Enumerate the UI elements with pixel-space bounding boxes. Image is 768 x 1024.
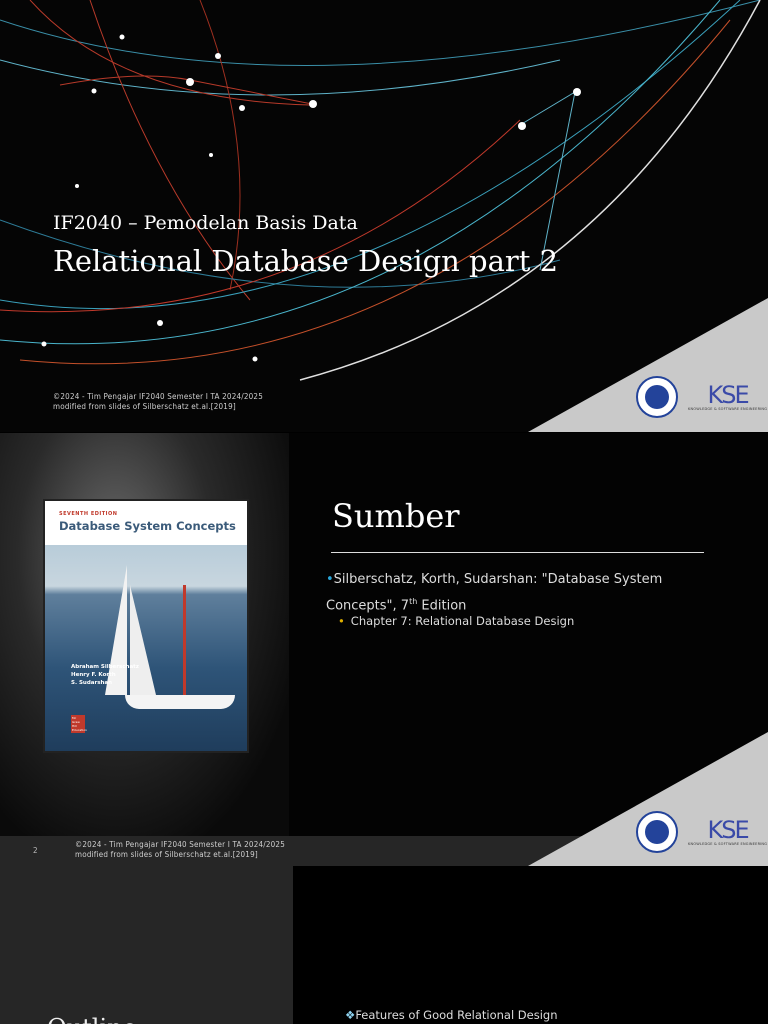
kse-logo-subtext: KNOWLEDGE & SOFTWARE ENGINEERING — [688, 842, 768, 846]
title-divider — [331, 552, 704, 553]
copyright-text: ©2024 - Tim Pengajar IF2040 Semester I T… — [53, 392, 263, 401]
sub-bullet-text: Chapter 7: Relational Database Design — [350, 614, 575, 628]
bullet-text: Silberschatz, Korth, Sudarshan: "Databas… — [326, 572, 663, 614]
book-author: Abraham Silberschatz — [71, 664, 139, 670]
copyright-text: ©2024 - Tim Pengajar IF2040 Semester I T… — [75, 840, 285, 849]
course-name: IF2040 – Pemodelan Basis Data — [53, 212, 358, 234]
left-panel — [0, 866, 293, 1024]
kse-logo: KSE KNOWLEDGE & SOFTWARE ENGINEERING — [688, 383, 767, 411]
outline-item-text: Features of Good Relational Design — [355, 1008, 558, 1022]
book-author: Henry F. Korth — [71, 672, 116, 678]
bullet-item: •Silberschatz, Korth, Sudarshan: "Databa… — [326, 572, 663, 614]
presentation-title: Relational Database Design part 2 — [53, 244, 559, 278]
sub-bullet-item: • Chapter 7: Relational Database Design — [338, 614, 575, 628]
source-credit: modified from slides of Silberschatz et.… — [53, 402, 236, 411]
source-credit: modified from slides of Silberschatz et.… — [75, 850, 258, 859]
kse-logo: KSE KNOWLEDGE & SOFTWARE ENGINEERING — [688, 818, 767, 846]
kse-logo-text: KSE — [707, 381, 750, 409]
outline-item: ❖Features of Good Relational Design — [345, 1008, 558, 1022]
diamond-bullet-icon: ❖ — [345, 1008, 356, 1022]
publisher-logo: Mc Graw Hill Education — [71, 715, 87, 733]
itb-seal-logo — [636, 811, 678, 853]
outline-slide: Outline ❖Features of Good Relational Des… — [0, 866, 768, 1024]
kse-logo-subtext: KNOWLEDGE & SOFTWARE ENGINEERING — [688, 407, 768, 411]
book-title: Database System Concepts — [59, 519, 236, 533]
page-number: 2 — [33, 846, 38, 855]
copyright: ©2024 - Tim Pengajar IF2040 Semester I T… — [53, 392, 263, 412]
book-cover: SEVENTH EDITION Database System Concepts… — [43, 499, 249, 753]
sources-slide: SEVENTH EDITION Database System Concepts… — [0, 433, 768, 866]
itb-seal-logo — [636, 376, 678, 418]
book-author: S. Sudarshan — [71, 680, 113, 686]
book-edition: SEVENTH EDITION — [59, 511, 118, 517]
copyright: ©2024 - Tim Pengajar IF2040 Semester I T… — [75, 840, 285, 860]
bullet-text-end: Edition — [417, 598, 467, 614]
slide-title: Sumber — [332, 497, 460, 535]
slide-title: Outline — [47, 1014, 137, 1024]
title-slide: IF2040 – Pemodelan Basis Data Relational… — [0, 0, 768, 432]
kse-logo-text: KSE — [707, 816, 750, 844]
